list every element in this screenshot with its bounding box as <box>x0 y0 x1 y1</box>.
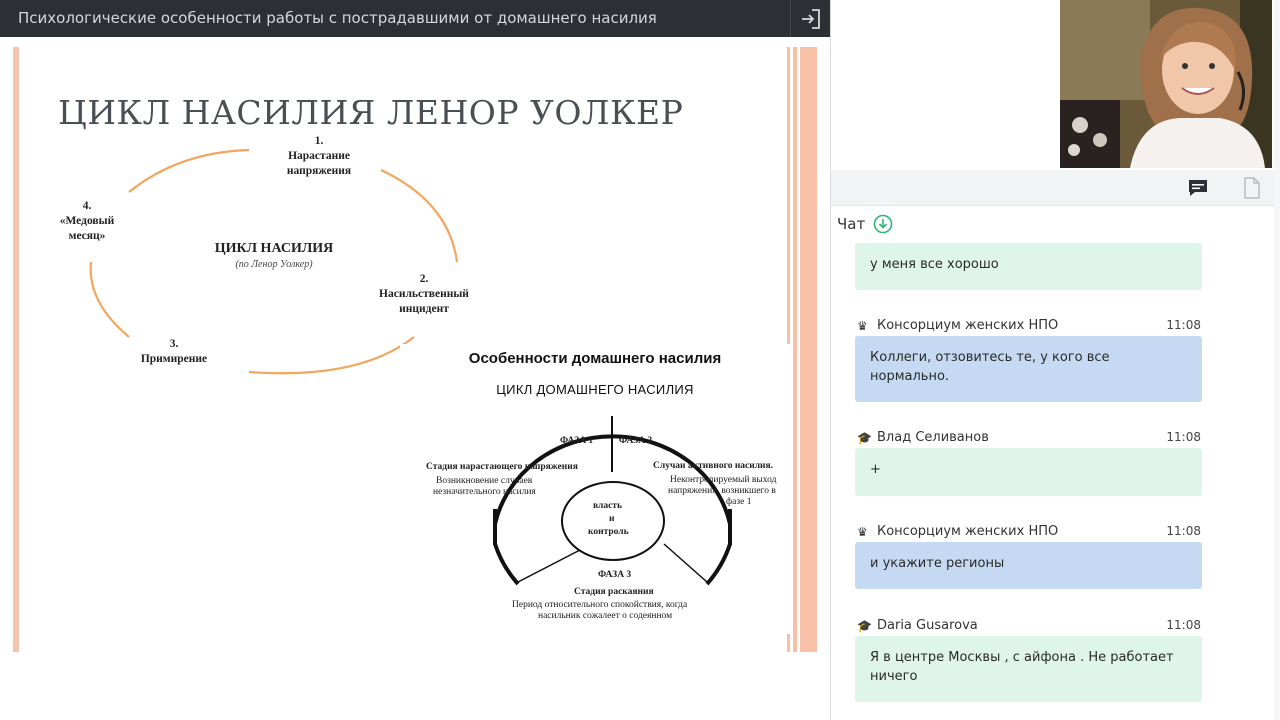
message-text: и укажите регионы <box>870 556 1005 571</box>
phase-3-desc-b: насильник сожалеет о содеянном <box>538 611 673 621</box>
app-root: Психологические особенности работы с пос… <box>0 0 1280 720</box>
message-meta: ♛ Консорциум женских НПО 11:08 <box>855 318 1202 336</box>
message-time: 11:08 <box>1166 524 1201 538</box>
message-author: Консорциум женских НПО <box>877 318 1059 333</box>
phase-2-desc-c: фазе 1 <box>726 497 752 507</box>
center-power: власть <box>593 501 622 511</box>
slide-right-stripes <box>787 47 817 652</box>
chat-message: у меня все хорошо <box>855 243 1202 290</box>
chat-message: + <box>855 448 1202 496</box>
phase-3-label: ФАЗА 3 <box>598 570 632 580</box>
chat-bubble-icon <box>1189 180 1207 196</box>
stage-2-label: 2. Насильственный инцидент <box>379 273 469 315</box>
crown-icon: ♛ <box>857 525 868 539</box>
stage-1-label: 1. Нарастание напряжения <box>286 135 352 177</box>
message-text: Коллеги, отзовитесь те, у кого все норма… <box>870 350 1110 384</box>
slide: ЦИКЛ НАСИЛИЯ ЛЕНОР УОЛКЕР 1. Нарастание … <box>13 47 817 652</box>
slide-title: ЦИКЛ НАСИЛИЯ ЛЕНОР УОЛКЕР <box>58 93 684 132</box>
cycle-center-title: ЦИКЛ НАСИЛИЯ <box>214 241 334 256</box>
download-icon[interactable] <box>873 214 893 234</box>
chat-message: Коллеги, отзовитесь те, у кого все норма… <box>855 336 1202 402</box>
graduation-cap-icon: 🎓 <box>857 431 872 445</box>
tab-files[interactable] <box>1225 170 1279 206</box>
phase-1-title: Стадия нарастающего напряжения <box>426 462 578 472</box>
message-meta: 🎓 Влад Селиванов 11:08 <box>855 430 1202 448</box>
message-author: Влад Селиванов <box>877 430 989 445</box>
phase-2-label: ФАЗА 2 <box>619 436 653 446</box>
phase-1-desc-a: Возникновение случаев <box>436 476 533 486</box>
message-author: Daria Gusarova <box>877 618 978 633</box>
tab-chat[interactable] <box>1171 170 1225 206</box>
message-meta: 🎓 Daria Gusarova 11:08 <box>855 618 1202 636</box>
center-control: контроль <box>588 527 629 537</box>
chat-header: Чат <box>837 214 893 234</box>
chat-title: Чат <box>837 215 866 233</box>
message-text: + <box>870 462 881 477</box>
scrollbar[interactable] <box>1274 0 1280 720</box>
presentation-stage: ЦИКЛ НАСИЛИЯ ЛЕНОР УОЛКЕР 1. Нарастание … <box>0 37 830 720</box>
document-icon <box>1244 177 1260 199</box>
presentation-title: Психологические особенности работы с пос… <box>18 9 657 27</box>
side-panel-tabs <box>831 170 1274 206</box>
phase-1-label: ФАЗА 1 <box>560 436 594 446</box>
walker-cycle-diagram: 1. Нарастание напряжения 2. Насильственн… <box>59 132 479 377</box>
message-time: 11:08 <box>1166 618 1201 632</box>
message-time: 11:08 <box>1166 318 1201 332</box>
message-text: Я в центре Москвы , с айфона . Не работа… <box>870 650 1174 684</box>
phase-2-title: Случаи активного насилия. <box>653 461 774 471</box>
phase-1-desc-b: незначительного насилия <box>433 487 536 497</box>
panel-divider <box>830 0 831 720</box>
stage-3-label: 3. Примирение <box>140 338 208 365</box>
message-meta: ♛ Консорциум женских НПО 11:08 <box>855 524 1202 542</box>
cycle-center-subtitle: (по Ленор Уолкер) <box>235 259 313 270</box>
phase-3-desc-a: Период относительного спокойствия, когда <box>512 600 688 610</box>
presentation-header: Психологические особенности работы с пос… <box>0 0 830 37</box>
stage-4-label: 4. «Медовый месяц» <box>59 200 115 242</box>
chat-message: Я в центре Москвы , с айфона . Не работа… <box>855 636 1202 702</box>
phase-2-desc-b: напряжения, возникшего в <box>668 486 776 496</box>
graduation-cap-icon: 🎓 <box>857 619 872 633</box>
message-time: 11:08 <box>1166 430 1201 444</box>
crown-icon: ♛ <box>857 319 868 333</box>
domestic-violence-cycle-diagram: Особенности домашнего насилия ЦИКЛ ДОМАШ… <box>400 344 790 634</box>
phase-2-desc-a: Неконтролируемый выход <box>670 475 777 485</box>
message-author: Консорциум женских НПО <box>877 524 1059 539</box>
message-text: у меня все хорошо <box>870 257 999 272</box>
phase-3-title: Стадия раскаяния <box>574 587 654 597</box>
webcam-video[interactable] <box>1060 0 1272 168</box>
exit-presentation-button[interactable] <box>790 0 830 37</box>
slide-left-border <box>13 47 19 652</box>
chat-message: и укажите регионы <box>855 542 1202 589</box>
sign-in-icon <box>801 8 820 29</box>
center-and: и <box>609 514 615 524</box>
